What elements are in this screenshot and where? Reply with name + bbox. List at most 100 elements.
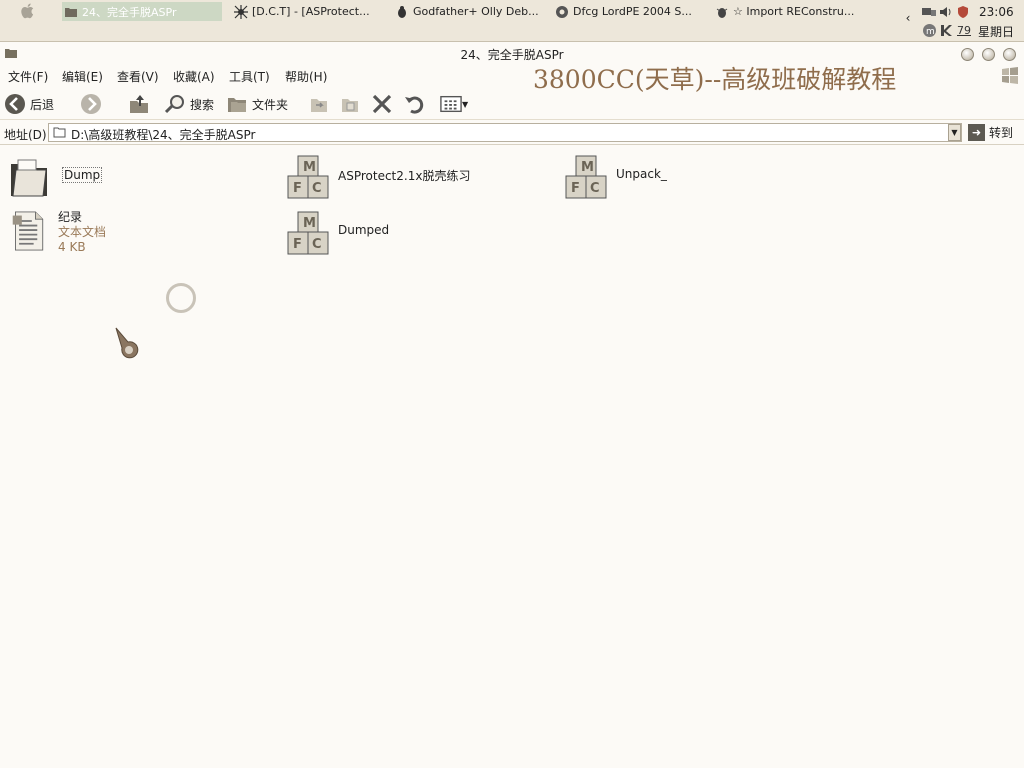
k-app-icon[interactable] (938, 22, 954, 38)
windows-logo-icon (1002, 67, 1018, 84)
chevron-down-icon: ▼ (951, 128, 958, 137)
menu-tools[interactable]: 工具(T) (229, 68, 270, 85)
maximize-button[interactable] (982, 48, 995, 61)
move-to-button[interactable] (308, 92, 330, 116)
address-dropdown-button[interactable]: ▼ (948, 124, 961, 141)
svg-text:C: C (312, 237, 322, 252)
svg-text:F: F (293, 237, 302, 252)
svg-text:C: C (590, 181, 600, 196)
folders-button[interactable]: 文件夹 (226, 92, 288, 116)
minimize-button[interactable] (961, 48, 974, 61)
svg-text:F: F (293, 181, 302, 196)
file-name: Unpack_ (616, 167, 667, 181)
views-grid-icon (440, 93, 462, 115)
file-name: ASProtect2.1x脱壳练习 (338, 169, 471, 183)
spider-icon (234, 4, 248, 19)
go-arrow-icon: ➜ (968, 124, 985, 141)
search-icon (164, 93, 186, 115)
task-ollydbg[interactable]: Godfather+ Olly Deb... (393, 2, 543, 21)
pointer-cursor-icon (115, 327, 139, 359)
busy-cursor-ring (166, 283, 196, 313)
folder-icon (64, 5, 78, 19)
address-value: D:\高级班教程\24、完全手脱ASPr (71, 128, 256, 142)
forward-button[interactable] (80, 92, 102, 116)
file-name: 纪录 (58, 210, 83, 224)
menu-help[interactable]: 帮助(H) (285, 68, 327, 85)
mfc-app-icon: M F C (287, 155, 329, 199)
svg-text:M: M (303, 216, 316, 231)
clock[interactable]: 23:06 (979, 5, 1014, 19)
file-view[interactable]: Dump M F C ASProtect2.1x脱壳练习 M F C Unpac… (0, 146, 1024, 768)
task-label: Dfcg LordPE 2004 S... (573, 5, 692, 18)
close-button[interactable] (1003, 48, 1016, 61)
tray-collapse-icon[interactable]: ‹ (903, 11, 913, 25)
bug-icon (395, 5, 409, 19)
volume-icon[interactable] (938, 4, 954, 20)
file-size: 4 KB (58, 240, 86, 254)
file-name: Dumped (338, 223, 390, 237)
move-to-icon (308, 93, 330, 115)
taskbar: 24、完全手脱ASPr [D.C.T] - [ASProtect... Godf… (0, 0, 1024, 42)
task-label: [D.C.T] - [ASProtect... (252, 5, 370, 18)
bug-icon (715, 5, 729, 19)
security-shield-icon[interactable] (955, 4, 971, 20)
undo-icon (403, 93, 425, 115)
task-label: 24、完全手脱ASPr (82, 5, 177, 19)
apple-menu-icon[interactable] (21, 3, 35, 19)
svg-text:C: C (312, 181, 322, 196)
task-explorer[interactable]: 24、完全手脱ASPr (62, 2, 222, 21)
svg-text:F: F (571, 181, 580, 196)
mfc-app-icon: M F C (565, 155, 607, 199)
menu-view[interactable]: 查看(V) (117, 68, 159, 85)
tray-counter: 79 (957, 23, 971, 37)
task-label: Godfather+ Olly Deb... (413, 5, 539, 18)
menu-file[interactable]: 文件(F) (8, 68, 48, 85)
copy-to-button[interactable] (339, 92, 361, 116)
delete-x-icon (371, 93, 393, 115)
mfc-app-icon: M F C (287, 211, 329, 255)
undo-button[interactable] (403, 92, 425, 116)
svg-text:M: M (581, 160, 594, 175)
address-input[interactable]: D:\高级班教程\24、完全手脱ASPr (48, 123, 962, 142)
back-label: 后退 (30, 97, 55, 112)
task-label: ☆ Import REConstru... (733, 5, 855, 18)
task-dct[interactable]: [D.C.T] - [ASProtect... (232, 2, 382, 21)
file-type: 文本文档 (58, 225, 107, 239)
file-item-dumped[interactable]: M F C Dumped (286, 210, 389, 256)
file-item-dump[interactable]: Dump (8, 154, 103, 200)
folders-icon (226, 93, 248, 115)
input-method-icon[interactable]: m (921, 22, 937, 38)
task-lordpe[interactable]: Dfcg LordPE 2004 S... (553, 2, 703, 21)
gear-icon (555, 5, 569, 19)
network-icon[interactable] (921, 4, 937, 20)
file-item-asprotect[interactable]: M F C ASProtect2.1x脱壳练习 (286, 154, 470, 200)
file-item-log[interactable]: 纪录 文本文档 4 KB (10, 208, 106, 255)
menu-edit[interactable]: 编辑(E) (62, 68, 103, 85)
go-button[interactable]: ➜ 转到 (968, 124, 1013, 141)
delete-button[interactable] (371, 92, 393, 116)
search-label: 搜索 (190, 97, 215, 112)
weekday: 星期日 (978, 25, 1015, 39)
menu-favorites[interactable]: 收藏(A) (173, 68, 215, 85)
toolbar: 后退 搜索 文件夹 ▼ (0, 88, 1024, 120)
svg-text:M: M (303, 160, 316, 175)
folders-label: 文件夹 (252, 97, 289, 112)
search-button[interactable]: 搜索 (164, 92, 214, 116)
task-importrec[interactable]: ☆ Import REConstru... (713, 2, 863, 21)
views-button[interactable]: ▼ (440, 92, 468, 116)
address-label: 地址(D) (4, 128, 47, 142)
up-folder-button[interactable] (128, 92, 150, 116)
text-document-icon (12, 211, 44, 251)
file-name: Dump (62, 167, 103, 183)
back-button[interactable]: 后退 (4, 92, 54, 116)
up-folder-icon (128, 93, 150, 115)
chevron-down-icon: ▼ (462, 99, 469, 109)
svg-text:m: m (926, 27, 935, 37)
address-bar: 地址(D) D:\高级班教程\24、完全手脱ASPr ▼ ➜ 转到 (0, 121, 1024, 145)
folder-icon (53, 127, 66, 138)
copy-to-icon (339, 93, 361, 115)
folder-icon (11, 159, 47, 197)
file-item-unpack[interactable]: M F C Unpack_ (564, 154, 667, 200)
go-label: 转到 (989, 126, 1014, 140)
back-arrow-icon (4, 93, 26, 115)
